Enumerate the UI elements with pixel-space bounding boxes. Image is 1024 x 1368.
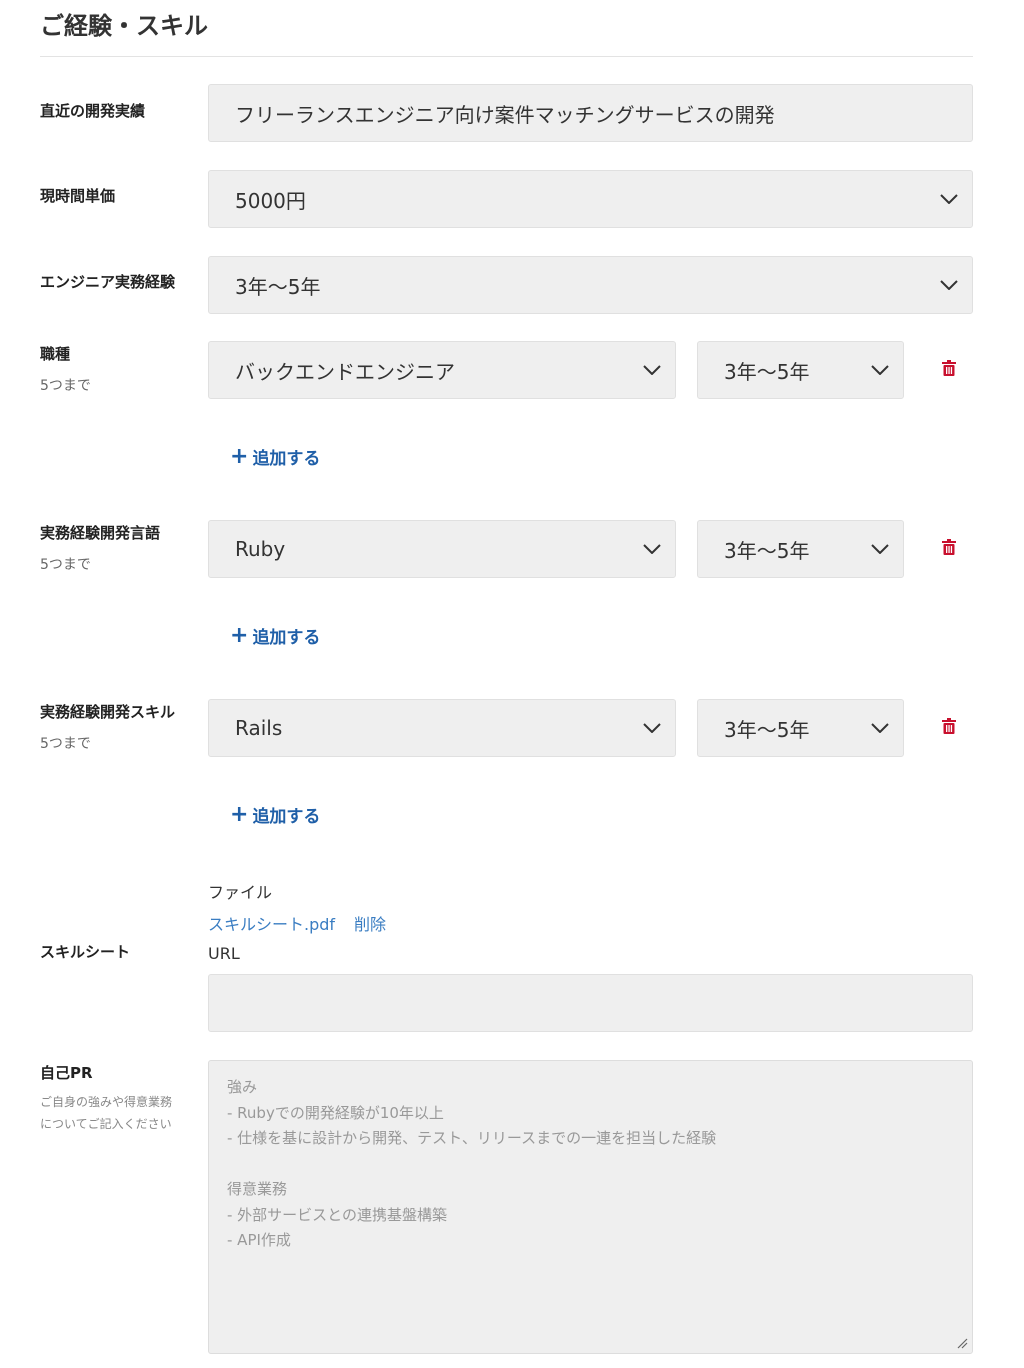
hourly-rate-value: 5000円 <box>235 188 306 213</box>
chevron-down-icon <box>643 544 661 554</box>
job-type-value: バックエンドエンジニア <box>235 359 455 384</box>
trash-icon[interactable] <box>942 718 956 734</box>
recent-project-label: 直近の開発実績 <box>40 102 146 120</box>
skill-sheet-file-link[interactable]: スキルシート.pdf <box>208 911 335 935</box>
self-pr-hint: ご自身の強みや得意業務 についてご記入ください <box>40 1091 172 1135</box>
engineer-experience-label: エンジニア実務経験 <box>40 273 176 291</box>
add-button-label: 追加する <box>252 628 321 648</box>
skill-sheet-delete-link[interactable]: 削除 <box>354 911 386 935</box>
self-pr-label: 自己PR <box>40 1064 93 1082</box>
skill-years-select[interactable]: 3年〜5年 <box>697 699 904 757</box>
chevron-down-icon <box>643 723 661 733</box>
skill-value: Rails <box>235 716 283 740</box>
language-label: 実務経験開発言語 <box>40 524 161 542</box>
recent-project-input[interactable]: フリーランスエンジニア向け案件マッチングサービスの開発 <box>208 84 973 142</box>
chevron-down-icon <box>871 365 889 375</box>
engineer-experience-select[interactable]: 3年〜5年 <box>208 256 973 314</box>
chevron-down-icon <box>643 365 661 375</box>
skill-sheet-label: スキルシート <box>40 943 131 961</box>
self-pr-placeholder-line <box>227 1152 954 1178</box>
language-add-button[interactable]: + 追加する <box>230 623 320 648</box>
section-divider <box>40 56 973 57</box>
language-value: Ruby <box>235 537 286 561</box>
skill-sheet-url-input[interactable] <box>208 974 973 1032</box>
language-limit: 5つまで <box>40 557 91 573</box>
job-type-years-select[interactable]: 3年〜5年 <box>697 341 904 399</box>
self-pr-placeholder-line: - API作成 <box>227 1231 291 1249</box>
skill-select[interactable]: Rails <box>208 699 676 757</box>
resize-handle-icon[interactable] <box>956 1337 968 1349</box>
self-pr-hint-line: についてご記入ください <box>40 1117 172 1131</box>
section-title: ご経験・スキル <box>40 12 208 40</box>
job-type-limit: 5つまで <box>40 378 91 394</box>
self-pr-placeholder-line: 得意業務 <box>227 1180 288 1198</box>
language-years-value: 3年〜5年 <box>724 538 810 563</box>
self-pr-placeholder-line: 強み <box>227 1078 258 1096</box>
skill-add-button[interactable]: + 追加する <box>230 802 320 827</box>
chevron-down-icon <box>871 723 889 733</box>
engineer-experience-value: 3年〜5年 <box>235 274 321 299</box>
plus-icon: + <box>230 801 249 827</box>
job-type-select[interactable]: バックエンドエンジニア <box>208 341 676 399</box>
self-pr-textarea[interactable]: 強み - Rubyでの開発経験が10年以上 - 仕様を基に設計から開発、テスト、… <box>208 1060 973 1354</box>
plus-icon: + <box>230 622 249 648</box>
self-pr-placeholder-line: - Rubyでの開発経験が10年以上 <box>227 1103 444 1122</box>
language-select[interactable]: Ruby <box>208 520 676 578</box>
plus-icon: + <box>230 443 249 469</box>
file-label: ファイル <box>208 883 273 902</box>
recent-project-value: フリーランスエンジニア向け案件マッチングサービスの開発 <box>235 102 775 127</box>
add-button-label: 追加する <box>252 807 321 827</box>
job-type-years-value: 3年〜5年 <box>724 359 810 384</box>
job-type-add-button[interactable]: + 追加する <box>230 444 320 469</box>
self-pr-placeholder-line: - 外部サービスとの連携基盤構築 <box>227 1205 448 1224</box>
skill-limit: 5つまで <box>40 736 91 752</box>
self-pr-placeholder-line: - 仕様を基に設計から開発、テスト、リリースまでの一連を担当した経験 <box>227 1129 717 1147</box>
job-type-label: 職種 <box>40 345 71 363</box>
chevron-down-icon <box>871 544 889 554</box>
add-button-label: 追加する <box>252 449 321 469</box>
chevron-down-icon <box>940 280 958 290</box>
language-years-select[interactable]: 3年〜5年 <box>697 520 904 578</box>
skill-label: 実務経験開発スキル <box>40 703 176 721</box>
hourly-rate-select[interactable]: 5000円 <box>208 170 973 228</box>
self-pr-hint-line: ご自身の強みや得意業務 <box>40 1095 173 1109</box>
hourly-rate-label: 現時間単価 <box>40 187 116 205</box>
chevron-down-icon <box>940 194 958 204</box>
trash-icon[interactable] <box>942 360 956 376</box>
skill-years-value: 3年〜5年 <box>724 717 810 742</box>
url-label: URL <box>208 944 240 963</box>
trash-icon[interactable] <box>942 539 956 555</box>
